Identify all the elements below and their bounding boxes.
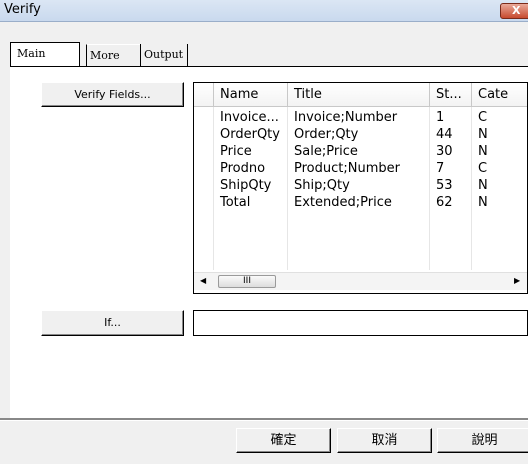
cell-name: Price bbox=[220, 144, 252, 159]
cell-category: C bbox=[478, 110, 488, 125]
ok-button[interactable]: 確定 bbox=[236, 428, 331, 453]
scroll-left-icon[interactable]: ◀ bbox=[200, 276, 206, 285]
if-condition-field[interactable] bbox=[193, 310, 528, 336]
button-bar: 確定 取消 說明 bbox=[0, 421, 528, 464]
grid-line bbox=[213, 107, 214, 270]
column-header-name[interactable]: Name bbox=[214, 83, 288, 107]
cell-category: N bbox=[478, 144, 488, 159]
cell-title: Product;Number bbox=[294, 161, 400, 176]
cell-name: Invoice... bbox=[220, 110, 279, 125]
cell-start: 44 bbox=[436, 127, 453, 142]
grid-line bbox=[471, 107, 472, 270]
tab-output[interactable]: Output bbox=[140, 44, 189, 66]
cell-start: 7 bbox=[436, 161, 445, 176]
cell-start: 1 bbox=[436, 110, 445, 125]
grid-line bbox=[287, 107, 288, 270]
help-button[interactable]: 說明 bbox=[437, 428, 528, 453]
cell-title: Extended;Price bbox=[294, 195, 392, 210]
fields-list[interactable]: Name Title St... Cate Invoice... Invoice;… bbox=[193, 82, 528, 294]
cell-title: Order;Qty bbox=[294, 127, 359, 142]
if-button[interactable]: If... bbox=[41, 310, 184, 336]
cell-name: Total bbox=[220, 195, 251, 210]
header-blank bbox=[194, 83, 214, 107]
cell-title: Sale;Price bbox=[294, 144, 358, 159]
cell-title: Ship;Qty bbox=[294, 178, 350, 193]
verify-fields-button[interactable]: Verify Fields... bbox=[41, 82, 184, 107]
tab-more[interactable]: More bbox=[86, 44, 140, 67]
close-icon: X bbox=[512, 4, 521, 17]
cell-category: C bbox=[478, 161, 488, 176]
cell-name: ShipQty bbox=[220, 178, 272, 193]
cell-start: 62 bbox=[436, 195, 453, 210]
cell-title: Invoice;Number bbox=[294, 110, 398, 125]
title-bar: Verify X bbox=[0, 0, 528, 22]
tab-strip: Main More Output bbox=[0, 22, 528, 67]
cell-category: N bbox=[478, 127, 488, 142]
cell-name: Prodno bbox=[220, 161, 266, 176]
column-header-start[interactable]: St... bbox=[430, 83, 472, 107]
cell-name: OrderQty bbox=[220, 127, 280, 142]
horizontal-scrollbar[interactable]: ◀ III ▶ bbox=[194, 272, 527, 290]
cell-start: 53 bbox=[436, 178, 453, 193]
close-button[interactable]: X bbox=[500, 3, 528, 19]
cancel-button[interactable]: 取消 bbox=[337, 428, 432, 453]
scroll-right-icon[interactable]: ▶ bbox=[514, 276, 520, 285]
tab-main[interactable]: Main bbox=[10, 42, 80, 66]
column-header-title[interactable]: Title bbox=[288, 83, 430, 107]
column-header-category[interactable]: Cate bbox=[472, 83, 527, 107]
cell-start: 30 bbox=[436, 144, 453, 159]
cell-category: N bbox=[478, 195, 488, 210]
grid-line bbox=[429, 107, 430, 270]
window-title: Verify bbox=[4, 2, 41, 17]
scrollbar-thumb[interactable]: III bbox=[218, 275, 276, 288]
cell-category: N bbox=[478, 178, 488, 193]
